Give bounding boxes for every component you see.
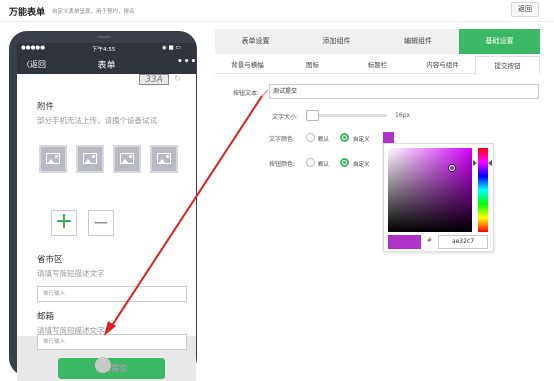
app-title: 万能表单 — [9, 8, 46, 18]
subtab-background-banner[interactable]: 背景与横幅 — [215, 56, 280, 74]
app-subtitle: 自定义表单呈现，用于预约，报名 — [52, 9, 135, 15]
color-picker: # ae32c7 — [383, 143, 494, 252]
font-size-value: 16px — [395, 112, 410, 119]
tab-add-component[interactable]: 添加组件 — [296, 29, 377, 54]
hue-arrow-left-icon — [473, 160, 477, 166]
text-color-default-radio[interactable] — [306, 133, 315, 142]
saturation-value-area[interactable] — [388, 148, 472, 232]
tab-basic-settings[interactable]: 基础设置 — [459, 29, 540, 54]
hue-slider[interactable] — [478, 148, 488, 232]
button-color-default-radio[interactable] — [306, 158, 315, 167]
email-input[interactable]: 单行输入 — [37, 334, 187, 350]
add-attachment-button[interactable]: + — [51, 210, 77, 236]
image-placeholder-icon[interactable] — [76, 145, 104, 173]
subtab-content-components[interactable]: 内容与组件 — [410, 56, 475, 74]
text-color-default-label: 默认 — [318, 137, 330, 143]
text-color-label: 文字颜色: — [269, 136, 296, 143]
phone-speaker — [97, 36, 111, 38]
image-placeholder-icon[interactable] — [113, 145, 141, 173]
phone-screen: ●●●●● 下午4:55 ◉ ■ ▭ 〈返回 表单 ••• 33A ↻ 附件 部… — [17, 43, 196, 381]
main-tabs: 表单设置 添加组件 编辑组件 基础设置 — [215, 29, 540, 54]
button-color-custom-label: 自定义 — [353, 162, 370, 168]
tab-form-settings[interactable]: 表单设置 — [215, 29, 296, 54]
button-text-input[interactable]: 测试提交 — [269, 84, 539, 99]
tab-edit-component[interactable]: 编辑组件 — [377, 29, 459, 54]
button-color-custom-radio[interactable] — [340, 158, 349, 167]
hex-color-input[interactable]: ae32c7 — [438, 235, 488, 249]
button-color-label: 按钮颜色: — [269, 161, 296, 168]
top-bar: 万能表单 自定义表单呈现，用于预约，报名 返回 — [0, 0, 554, 22]
form-content-layer: + − 省市区 请填写简短描述文字 单行输入 邮箱 请填写简短描述文字 — [17, 43, 196, 336]
color-preview — [388, 235, 421, 249]
font-size-slider-track[interactable] — [308, 114, 387, 117]
text-color-custom-label: 自定义 — [353, 137, 370, 143]
home-button[interactable] — [95, 357, 111, 373]
hash-sign: # — [427, 237, 433, 244]
button-color-default-label: 默认 — [318, 162, 330, 168]
remove-attachment-button[interactable]: − — [88, 210, 114, 236]
field-desc-region: 请填写简短描述文字 — [37, 269, 105, 278]
subtab-submit-button[interactable]: 提交按钮 — [475, 56, 540, 75]
subtab-icon[interactable]: 图标 — [280, 56, 345, 74]
attachment-thumbnails — [37, 145, 187, 173]
back-button[interactable]: 返回 — [511, 2, 539, 17]
field-label-email: 邮箱 — [37, 312, 55, 322]
font-size-label: 文字大小: — [272, 114, 299, 121]
image-placeholder-icon[interactable] — [150, 145, 178, 173]
region-input[interactable]: 单行输入 — [37, 286, 187, 302]
subtab-title-bar[interactable]: 标题栏 — [345, 56, 410, 74]
field-label-region: 省市区 — [37, 255, 63, 265]
color-cursor[interactable] — [449, 165, 455, 171]
image-placeholder-icon[interactable] — [39, 145, 67, 173]
button-text-label: 按钮文本: — [233, 90, 260, 97]
phone-preview: ●●●●● 下午4:55 ◉ ■ ▭ 〈返回 表单 ••• 33A ↻ 附件 部… — [9, 31, 197, 381]
text-color-custom-radio[interactable] — [340, 133, 349, 142]
font-size-slider-handle[interactable] — [306, 110, 319, 121]
hue-arrow-right-icon — [488, 160, 492, 166]
text-color-swatch[interactable] — [383, 132, 394, 143]
sub-tabs: 背景与横幅 图标 标题栏 内容与组件 提交按钮 — [215, 56, 540, 75]
